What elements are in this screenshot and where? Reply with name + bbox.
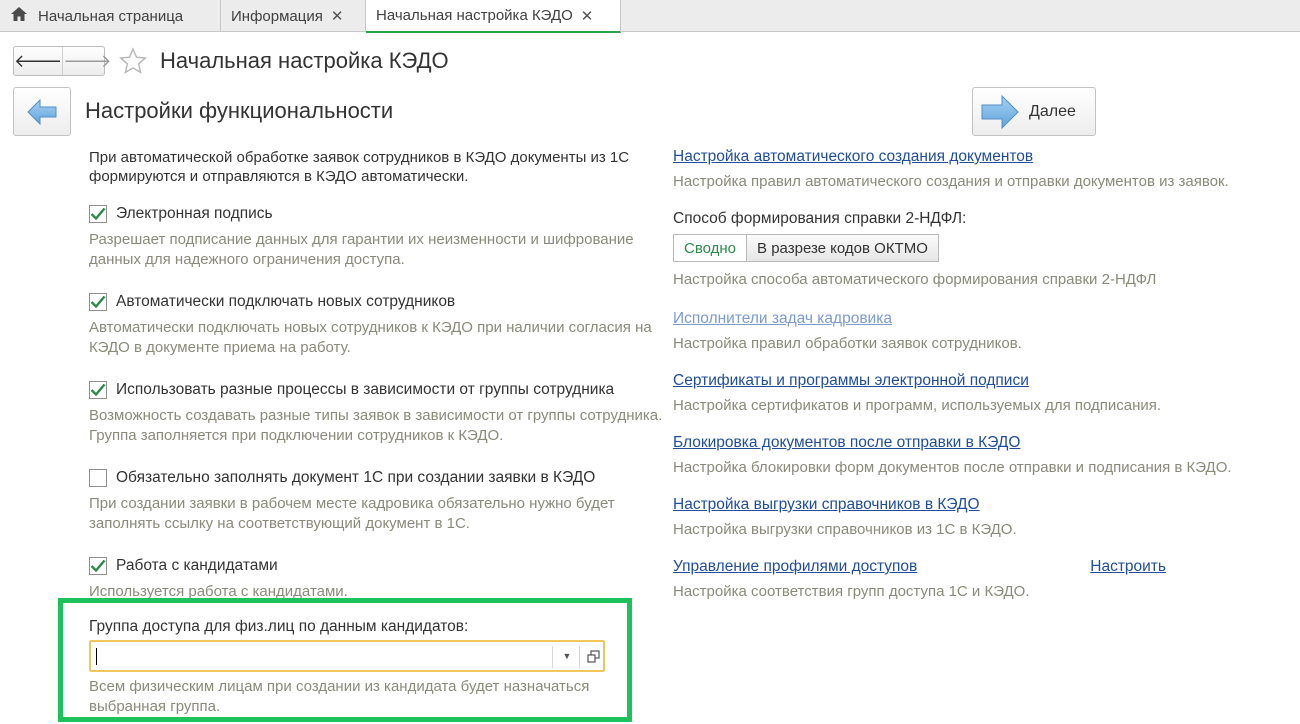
ndfl-mode-switch: Сводно В разрезе кодов ОКТМО [673, 234, 1233, 262]
tab-info[interactable]: Информация ✕ [221, 0, 366, 32]
intro-text: При автоматической обработке заявок сотр… [89, 149, 630, 185]
auto-docs-description: Настройка правил автоматического создани… [673, 173, 1229, 190]
executors-link[interactable]: Исполнители задач кадровика [673, 310, 892, 327]
option-description: Автоматически подключать новых сотрудник… [89, 319, 652, 356]
tab-label: Начальная настройка КЭДО [376, 7, 573, 24]
access-group-label: Группа доступа для физ.лиц по данным кан… [89, 618, 469, 635]
certificates-description: Настройка сертификатов и программ, испол… [673, 397, 1162, 414]
next-button[interactable]: Далее [972, 87, 1096, 136]
page-title: Начальная настройка КЭДО [160, 48, 449, 73]
profiles-link[interactable]: Управление профилями доступов [673, 558, 917, 576]
profiles-description: Настройка соответствия групп доступа 1С … [673, 583, 1030, 600]
ndfl-option-oktmo[interactable]: В разрезе кодов ОКТМО [746, 234, 939, 262]
option-electronic-signature: Электронная подпись Разрешает подписание… [89, 203, 669, 270]
ndfl-description: Настройка способа автоматического формир… [673, 271, 1157, 288]
tab-home[interactable]: Начальная страница [0, 0, 221, 32]
executors-description: Настройка правил обработки заявок сотруд… [673, 335, 1022, 352]
tab-label: Информация [231, 7, 323, 25]
auto-connect-checkbox[interactable] [89, 293, 107, 311]
tab-label: Начальная страница [38, 7, 184, 25]
export-link[interactable]: Настройка выгрузки справочников в КЭДО [673, 496, 980, 513]
option-group-processes: Использовать разные процессы в зависимос… [89, 379, 669, 446]
require-1c-doc-checkbox[interactable] [89, 469, 107, 487]
option-description: При создании заявки в рабочем месте кадр… [89, 495, 615, 532]
dropdown-arrow-icon[interactable]: ▼ [556, 642, 578, 670]
checkbox-label[interactable]: Электронная подпись [116, 205, 273, 223]
ndfl-option-summary[interactable]: Сводно [673, 234, 747, 262]
close-icon[interactable]: ✕ [581, 7, 594, 25]
tab-bar: Начальная страница Информация ✕ Начальна… [0, 0, 1300, 33]
tab-kedo-setup[interactable]: Начальная настройка КЭДО ✕ [366, 0, 621, 33]
right-arrow-icon [981, 94, 1019, 129]
option-auto-connect: Автоматически подключать новых сотрудник… [89, 291, 669, 358]
export-description: Настройка выгрузки справочников из 1С в … [673, 521, 1017, 538]
open-window-icon[interactable] [583, 642, 603, 670]
access-group-input[interactable]: ▼ [89, 640, 605, 672]
forward-arrow-icon[interactable]: 🡒 [63, 47, 111, 75]
option-description: Используется работа с кандидатами. [89, 583, 348, 600]
home-icon [10, 6, 28, 26]
related-settings: Настройка автоматического создания докум… [673, 148, 1233, 620]
candidates-checkbox[interactable] [89, 557, 107, 575]
option-require-1c-doc: Обязательно заполнять документ 1С при со… [89, 467, 669, 534]
close-icon[interactable]: ✕ [331, 7, 344, 25]
favorite-star-icon[interactable] [118, 46, 148, 76]
back-arrow-icon[interactable]: 🡐 [14, 47, 64, 75]
history-nav: 🡐 🡒 [13, 46, 112, 76]
auto-docs-link[interactable]: Настройка автоматического создания докум… [673, 148, 1033, 165]
checkbox-label[interactable]: Использовать разные процессы в зависимос… [116, 381, 614, 399]
access-group-description: Всем физическим лицам при создании из ка… [89, 678, 590, 715]
checkbox-label[interactable]: Работа с кандидатами [116, 557, 278, 575]
electronic-signature-checkbox[interactable] [89, 205, 107, 223]
blocking-description: Настройка блокировки форм документов пос… [673, 459, 1232, 476]
left-arrow-icon [27, 98, 57, 125]
checkbox-label[interactable]: Автоматически подключать новых сотрудник… [116, 293, 455, 311]
next-button-label: Далее [1029, 102, 1076, 120]
text-cursor [96, 648, 97, 665]
checkbox-label[interactable]: Обязательно заполнять документ 1С при со… [116, 469, 595, 487]
section-title: Настройки функциональности [85, 98, 394, 123]
previous-step-button[interactable] [13, 87, 71, 136]
configure-link[interactable]: Настроить [1090, 558, 1166, 576]
group-processes-checkbox[interactable] [89, 381, 107, 399]
blocking-link[interactable]: Блокировка документов после отправки в К… [673, 434, 1020, 451]
option-candidates: Работа с кандидатами Используется работа… [89, 555, 669, 602]
functionality-options: При автоматической обработке заявок сотр… [89, 148, 669, 717]
certificates-link[interactable]: Сертификаты и программы электронной подп… [673, 372, 1029, 389]
access-group-field: Группа доступа для физ.лиц по данным кан… [89, 618, 669, 717]
ndfl-label: Способ формирования справки 2-НДФЛ: [673, 210, 967, 227]
option-description: Разрешает подписание данных для гарантии… [89, 231, 634, 268]
option-description: Возможность создавать разные типы заявок… [89, 407, 663, 444]
